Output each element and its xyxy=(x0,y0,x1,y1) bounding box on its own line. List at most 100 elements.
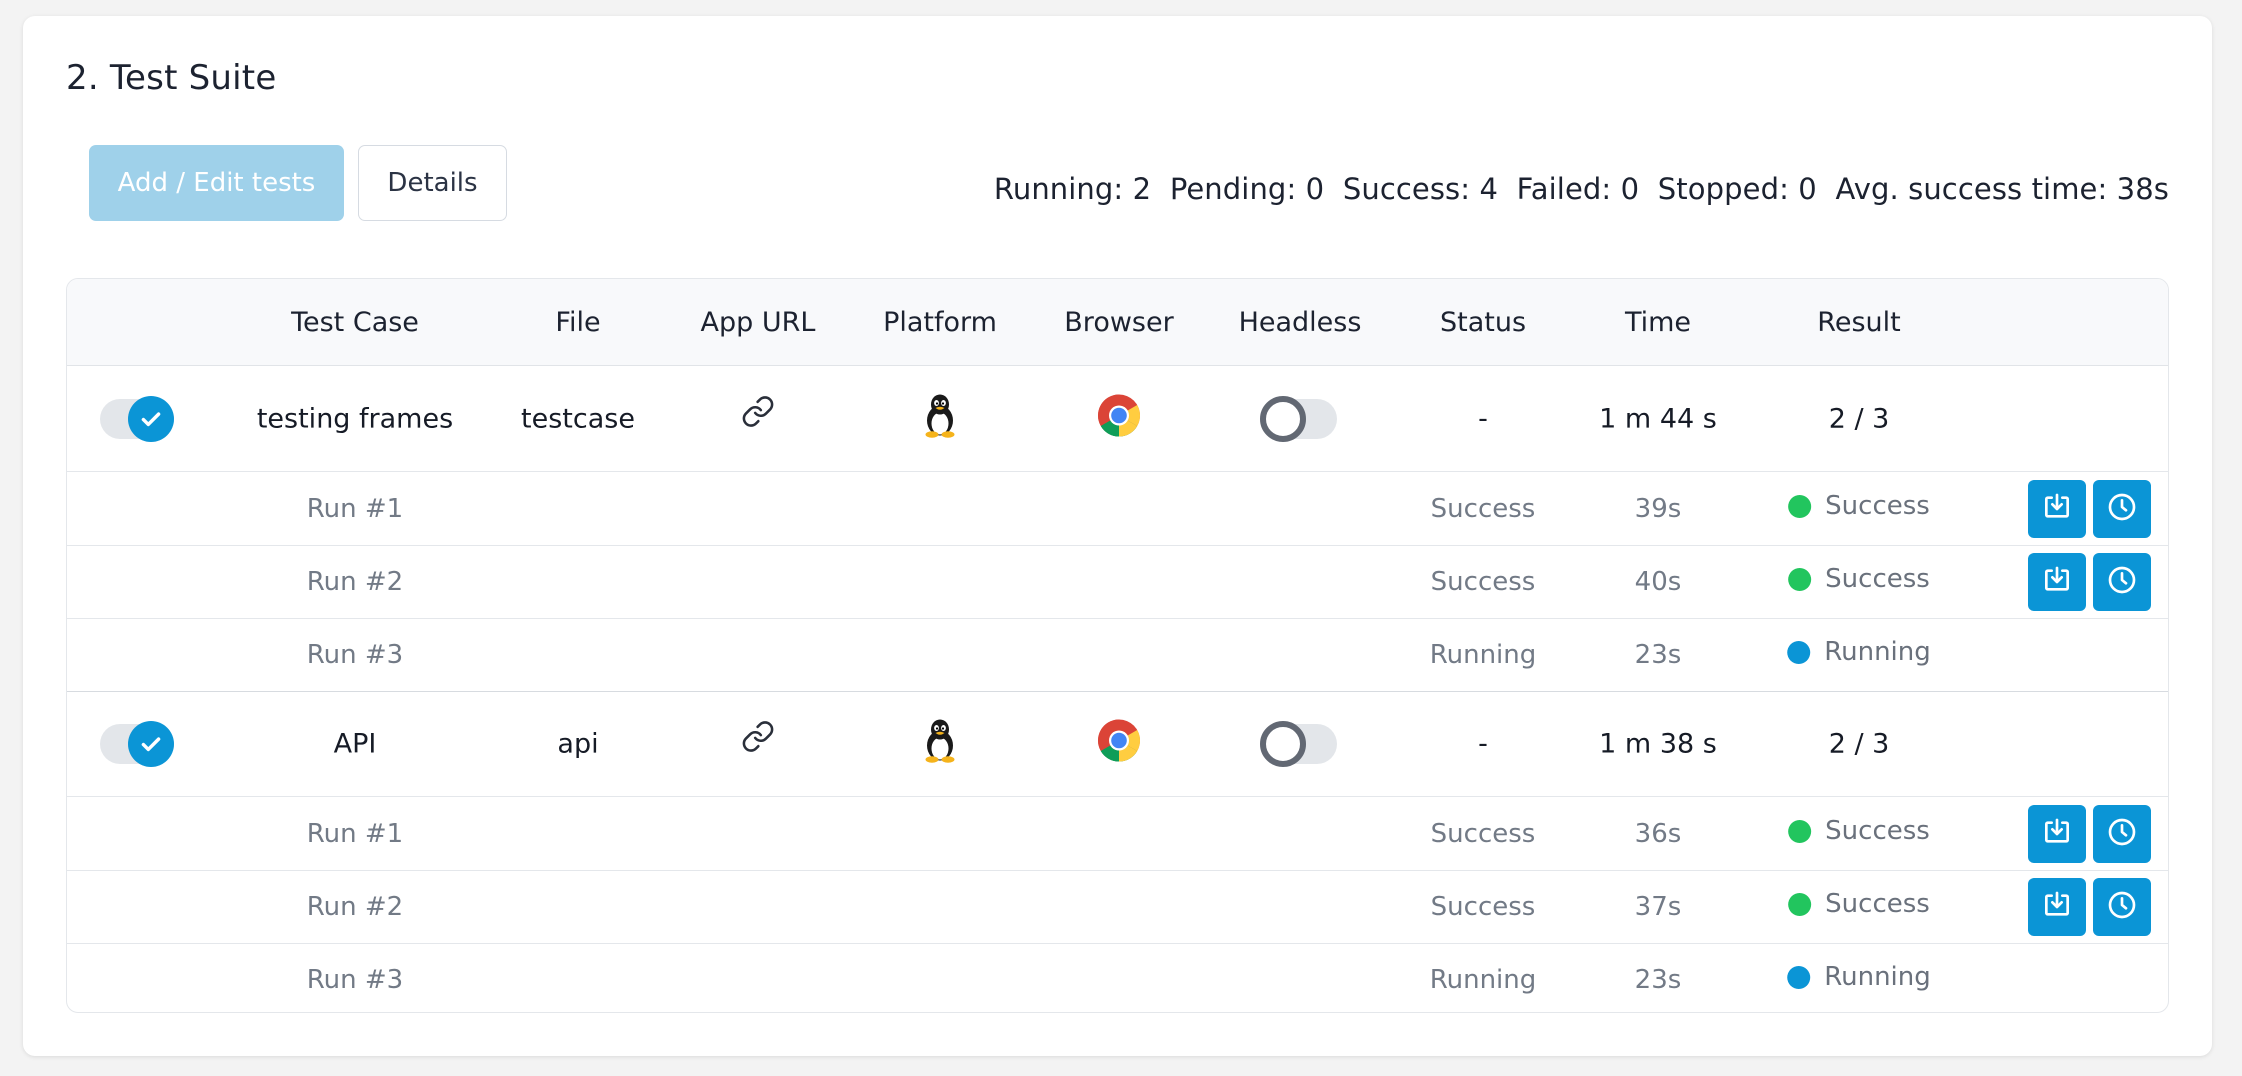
download-report-button[interactable] xyxy=(2028,805,2086,863)
run-label: Run #3 xyxy=(306,965,404,995)
test-result: 2 / 3 xyxy=(1828,403,1890,435)
run-time: 40s xyxy=(1634,567,1682,597)
test-result: 2 / 3 xyxy=(1828,728,1890,760)
test-case-name: testing frames xyxy=(256,403,454,435)
status-dot xyxy=(1788,494,1812,518)
test-row[interactable]: testing frames testcase - 1 m 44 s 2 / 3 xyxy=(67,367,2168,472)
header-result[interactable]: Result xyxy=(1817,279,1900,366)
toggle-knob xyxy=(1260,721,1306,767)
section-title: 2. Test Suite xyxy=(66,58,277,98)
test-time: 1 m 44 s xyxy=(1599,403,1717,435)
clock-icon xyxy=(2106,816,2138,852)
test-status: - xyxy=(1478,403,1488,435)
run-row: Run #3 Running 23s Running xyxy=(67,619,2168,692)
download-icon xyxy=(2041,491,2073,527)
history-button[interactable] xyxy=(2093,878,2151,936)
status-dot xyxy=(1788,892,1812,916)
stat-running: Running: 2 xyxy=(993,172,1152,206)
run-status: Success xyxy=(1430,494,1536,524)
run-result-label: Success xyxy=(1825,889,1930,919)
download-icon xyxy=(2041,816,2073,852)
headless-toggle-track[interactable] xyxy=(1260,396,1337,442)
stat-failed: Failed: 0 xyxy=(1516,172,1640,206)
run-result: Running xyxy=(1787,637,1931,667)
stat-stopped: Stopped: 0 xyxy=(1657,172,1817,206)
table-header: Test Case File App URL Platform Browser … xyxy=(67,279,2168,366)
status-dot xyxy=(1787,640,1811,664)
details-button[interactable]: Details xyxy=(358,145,507,221)
history-button[interactable] xyxy=(2093,480,2151,538)
check-icon xyxy=(128,396,174,442)
run-result: Running xyxy=(1787,962,1931,992)
run-result-label: Success xyxy=(1825,564,1930,594)
run-result-label: Running xyxy=(1824,962,1931,992)
download-icon xyxy=(2041,889,2073,925)
run-result-label: Success xyxy=(1825,491,1930,521)
clock-icon xyxy=(2106,491,2138,527)
headless-toggle[interactable] xyxy=(1260,721,1337,767)
clock-icon xyxy=(2106,564,2138,600)
history-button[interactable] xyxy=(2093,553,2151,611)
test-case-name: API xyxy=(333,728,377,760)
run-status: Running xyxy=(1429,640,1537,670)
run-result-status: Success xyxy=(1788,816,1930,846)
test-file: testcase xyxy=(521,403,635,435)
status-dot xyxy=(1787,965,1811,989)
run-result-status: Success xyxy=(1788,491,1930,521)
status-dot xyxy=(1788,819,1812,843)
run-time: 37s xyxy=(1634,892,1682,922)
select-toggle[interactable] xyxy=(100,721,174,767)
run-time: 23s xyxy=(1634,640,1682,670)
test-status: - xyxy=(1478,728,1488,760)
test-time: 1 m 38 s xyxy=(1599,728,1717,760)
app-url-link-icon[interactable] xyxy=(741,720,775,761)
select-toggle[interactable] xyxy=(100,396,174,442)
header-file[interactable]: File xyxy=(555,279,600,366)
download-icon xyxy=(2041,564,2073,600)
header-app-url[interactable]: App URL xyxy=(701,279,816,366)
add-edit-tests-button[interactable]: Add / Edit tests xyxy=(89,145,344,221)
download-report-button[interactable] xyxy=(2028,480,2086,538)
header-platform[interactable]: Platform xyxy=(883,279,997,366)
run-result: Success xyxy=(1788,491,1930,521)
run-label: Run #2 xyxy=(306,567,404,597)
run-label: Run #1 xyxy=(306,819,404,849)
header-headless[interactable]: Headless xyxy=(1239,279,1362,366)
run-result-status: Running xyxy=(1787,962,1931,992)
run-result: Success xyxy=(1788,564,1930,594)
test-row[interactable]: API api - 1 m 38 s 2 / 3 xyxy=(67,692,2168,797)
run-time: 39s xyxy=(1634,494,1682,524)
run-status: Running xyxy=(1429,965,1537,995)
linux-tux-icon xyxy=(920,718,960,771)
stat-avg-success-time: Avg. success time: 38s xyxy=(1835,172,2169,206)
header-test-case[interactable]: Test Case xyxy=(291,279,419,366)
stat-pending: Pending: 0 xyxy=(1169,172,1325,206)
run-result-status: Success xyxy=(1788,889,1930,919)
run-status: Success xyxy=(1430,819,1536,849)
run-status: Success xyxy=(1430,567,1536,597)
toggle-knob xyxy=(1260,396,1306,442)
run-result-label: Running xyxy=(1824,637,1931,667)
run-time: 36s xyxy=(1634,819,1682,849)
history-button[interactable] xyxy=(2093,805,2151,863)
header-time[interactable]: Time xyxy=(1625,279,1691,366)
app-url-link-icon[interactable] xyxy=(741,395,775,436)
test-file: api xyxy=(557,728,599,760)
run-label: Run #1 xyxy=(306,494,404,524)
download-report-button[interactable] xyxy=(2028,553,2086,611)
run-status: Success xyxy=(1430,892,1536,922)
headless-toggle-track[interactable] xyxy=(1260,721,1337,767)
check-icon xyxy=(128,721,174,767)
run-row: Run #1 Success 39s Success xyxy=(67,473,2168,546)
download-report-button[interactable] xyxy=(2028,878,2086,936)
header-status[interactable]: Status xyxy=(1440,279,1526,366)
header-browser[interactable]: Browser xyxy=(1064,279,1173,366)
status-dot xyxy=(1788,567,1812,591)
run-row: Run #1 Success 36s Success xyxy=(67,798,2168,871)
suite-stats: Running: 2 Pending: 0 Success: 4 Failed:… xyxy=(994,172,2169,206)
run-result-status: Success xyxy=(1788,564,1930,594)
run-result: Success xyxy=(1788,889,1930,919)
run-result-status: Running xyxy=(1787,637,1931,667)
run-result-label: Success xyxy=(1825,816,1930,846)
headless-toggle[interactable] xyxy=(1260,396,1337,442)
